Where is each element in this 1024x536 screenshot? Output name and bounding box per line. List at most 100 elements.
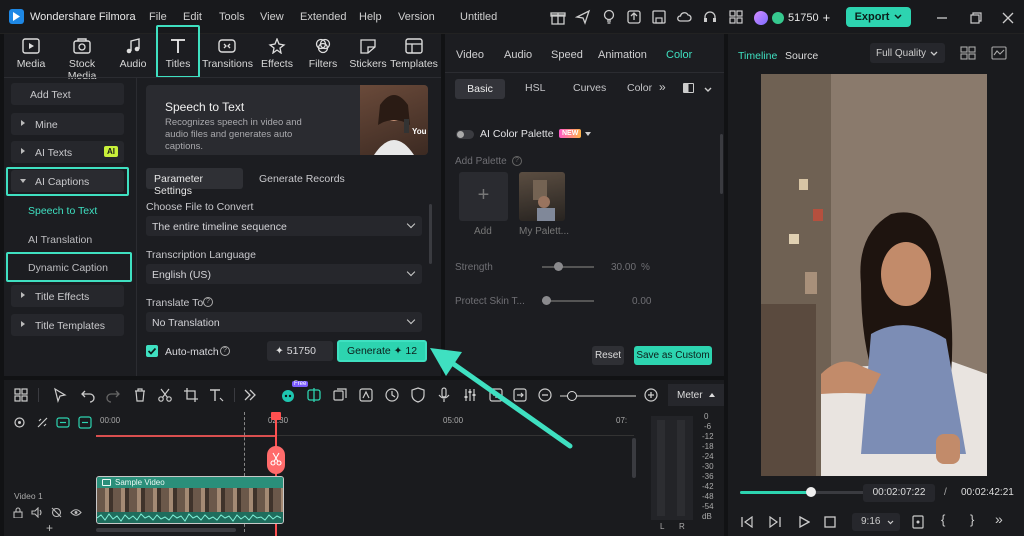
menu-file[interactable]: File	[149, 11, 167, 23]
tab-generate-records[interactable]: Generate Records	[259, 173, 345, 185]
tab-templates[interactable]: Templates	[389, 38, 439, 76]
ai-mate-icon[interactable]	[280, 387, 296, 403]
menu-extended[interactable]: Extended	[300, 11, 346, 23]
sidebar-item-ai-translation[interactable]: AI Translation	[28, 234, 92, 246]
protect-skin-value[interactable]: 0.00	[632, 296, 651, 307]
mute-icon[interactable]	[51, 507, 62, 518]
tab-speed[interactable]: Speed	[551, 49, 583, 61]
export-button[interactable]: Export	[846, 7, 911, 27]
waveform-monitor-icon[interactable]	[991, 46, 1007, 60]
player-tab-timeline[interactable]: Timeline	[738, 50, 777, 62]
close-icon[interactable]	[1000, 10, 1016, 26]
help-icon[interactable]: ?	[220, 346, 230, 356]
choose-file-dropdown[interactable]: The entire timeline sequence	[146, 216, 422, 236]
timeline-v-scrollbar[interactable]	[632, 438, 636, 478]
tab-titles[interactable]: Titles	[156, 25, 200, 78]
crop-icon[interactable]	[183, 387, 199, 403]
aspect-ratio-dropdown[interactable]: 9:16	[852, 513, 900, 531]
translate-dropdown[interactable]: No Translation	[146, 312, 422, 332]
eye-icon[interactable]	[70, 508, 82, 517]
volume-icon[interactable]	[31, 507, 43, 518]
tab-video[interactable]: Video	[456, 49, 484, 61]
snapshot-icon[interactable]	[912, 515, 924, 529]
subtab-color[interactable]: Color	[627, 82, 652, 94]
panel-scrollbar[interactable]	[429, 204, 432, 264]
unlink-icon[interactable]	[36, 416, 49, 429]
my-palette-thumbnail[interactable]	[519, 172, 565, 221]
tab-effects[interactable]: Effects	[254, 38, 300, 76]
undo-icon[interactable]	[80, 387, 96, 403]
current-time-box[interactable]: 00:02:07:22	[863, 484, 935, 502]
save-icon[interactable]	[651, 9, 667, 25]
minimize-icon[interactable]	[934, 10, 950, 26]
cloud-icon[interactable]	[676, 9, 692, 25]
mark-in-icon[interactable]: {	[941, 512, 945, 527]
tab-audio[interactable]: Audio	[112, 38, 154, 76]
meter-dropdown[interactable]: Meter	[668, 384, 724, 406]
strength-slider-knob[interactable]	[554, 262, 563, 271]
sidebar-item-speech-to-text[interactable]: Speech to Text	[28, 205, 97, 217]
play-icon[interactable]	[798, 516, 810, 528]
tab-color[interactable]: Color	[666, 49, 692, 61]
more-tabs-icon[interactable]: »	[659, 80, 666, 94]
upload-icon[interactable]	[626, 9, 642, 25]
layout-icon[interactable]	[13, 387, 29, 403]
tab-parameter-settings[interactable]: Parameter Settings	[146, 168, 243, 197]
menu-edit[interactable]: Edit	[183, 11, 202, 23]
delete-icon[interactable]	[132, 387, 148, 403]
headset-icon[interactable]	[702, 9, 718, 25]
text-tool-icon[interactable]	[208, 387, 224, 403]
split-screen-icon[interactable]	[306, 387, 322, 403]
compare-view-icon[interactable]	[683, 83, 694, 93]
sidebar-item-title-effects[interactable]: Title Effects	[11, 285, 124, 307]
link-icon[interactable]	[56, 417, 70, 428]
tab-animation[interactable]: Animation	[598, 49, 647, 61]
more-controls-icon[interactable]: »	[995, 511, 1003, 527]
video-clip[interactable]: Sample Video	[96, 476, 284, 524]
subtab-hsl[interactable]: HSL	[525, 82, 545, 94]
menu-view[interactable]: View	[260, 11, 284, 23]
restore-icon[interactable]	[968, 10, 984, 26]
redo-icon[interactable]	[105, 387, 121, 403]
sidebar-item-title-templates[interactable]: Title Templates	[11, 314, 124, 336]
help-icon[interactable]: ?	[203, 297, 213, 307]
menu-help[interactable]: Help	[359, 11, 382, 23]
lightbulb-icon[interactable]	[601, 9, 617, 25]
track-settings-icon[interactable]	[13, 416, 26, 429]
tab-stock-media[interactable]: Stock Media	[54, 38, 110, 82]
add-track-plus-icon[interactable]: +	[46, 521, 53, 535]
keyframe-icon[interactable]	[384, 387, 400, 403]
reset-button[interactable]: Reset	[592, 346, 624, 365]
speed-ramp-icon[interactable]	[358, 387, 374, 403]
language-dropdown[interactable]: English (US)	[146, 264, 422, 284]
quality-dropdown[interactable]: Full Quality	[870, 43, 945, 63]
prev-frame-icon[interactable]	[740, 516, 754, 528]
protect-skin-slider-knob[interactable]	[542, 296, 551, 305]
menu-version[interactable]: Version	[398, 11, 435, 23]
tab-transitions[interactable]: Transitions	[202, 38, 253, 76]
gift-icon[interactable]	[550, 9, 566, 25]
subtab-curves[interactable]: Curves	[573, 82, 606, 94]
player-tab-source[interactable]: Source	[785, 50, 818, 62]
more-tools-icon[interactable]	[242, 387, 258, 403]
tab-audio-props[interactable]: Audio	[504, 49, 532, 61]
subtab-basic[interactable]: Basic	[455, 79, 505, 99]
stabilize-icon[interactable]	[332, 387, 348, 403]
next-frame-icon[interactable]	[768, 516, 782, 528]
generate-button[interactable]: Generate ✦ 12	[337, 340, 427, 362]
save-as-custom-button[interactable]: Save as Custom	[634, 346, 712, 365]
playback-progress-knob[interactable]	[806, 487, 816, 497]
tab-media[interactable]: Media	[8, 38, 54, 76]
props-scrollbar[interactable]	[720, 134, 723, 194]
stop-icon[interactable]	[824, 516, 836, 528]
sidebar-item-ai-texts[interactable]: AI Texts AI	[11, 141, 124, 163]
timeline-h-scrollbar[interactable]	[96, 528, 236, 532]
ai-palette-toggle[interactable]	[456, 130, 474, 139]
caret-down-icon[interactable]	[585, 132, 591, 136]
auto-match-checkbox[interactable]	[146, 345, 158, 357]
credits-badge[interactable]: 51750 +	[754, 9, 830, 26]
strength-slider-track[interactable]	[542, 266, 594, 268]
zoom-in-icon[interactable]	[643, 387, 659, 403]
split-marker[interactable]	[267, 446, 285, 474]
add-palette-button[interactable]: +	[459, 172, 508, 221]
